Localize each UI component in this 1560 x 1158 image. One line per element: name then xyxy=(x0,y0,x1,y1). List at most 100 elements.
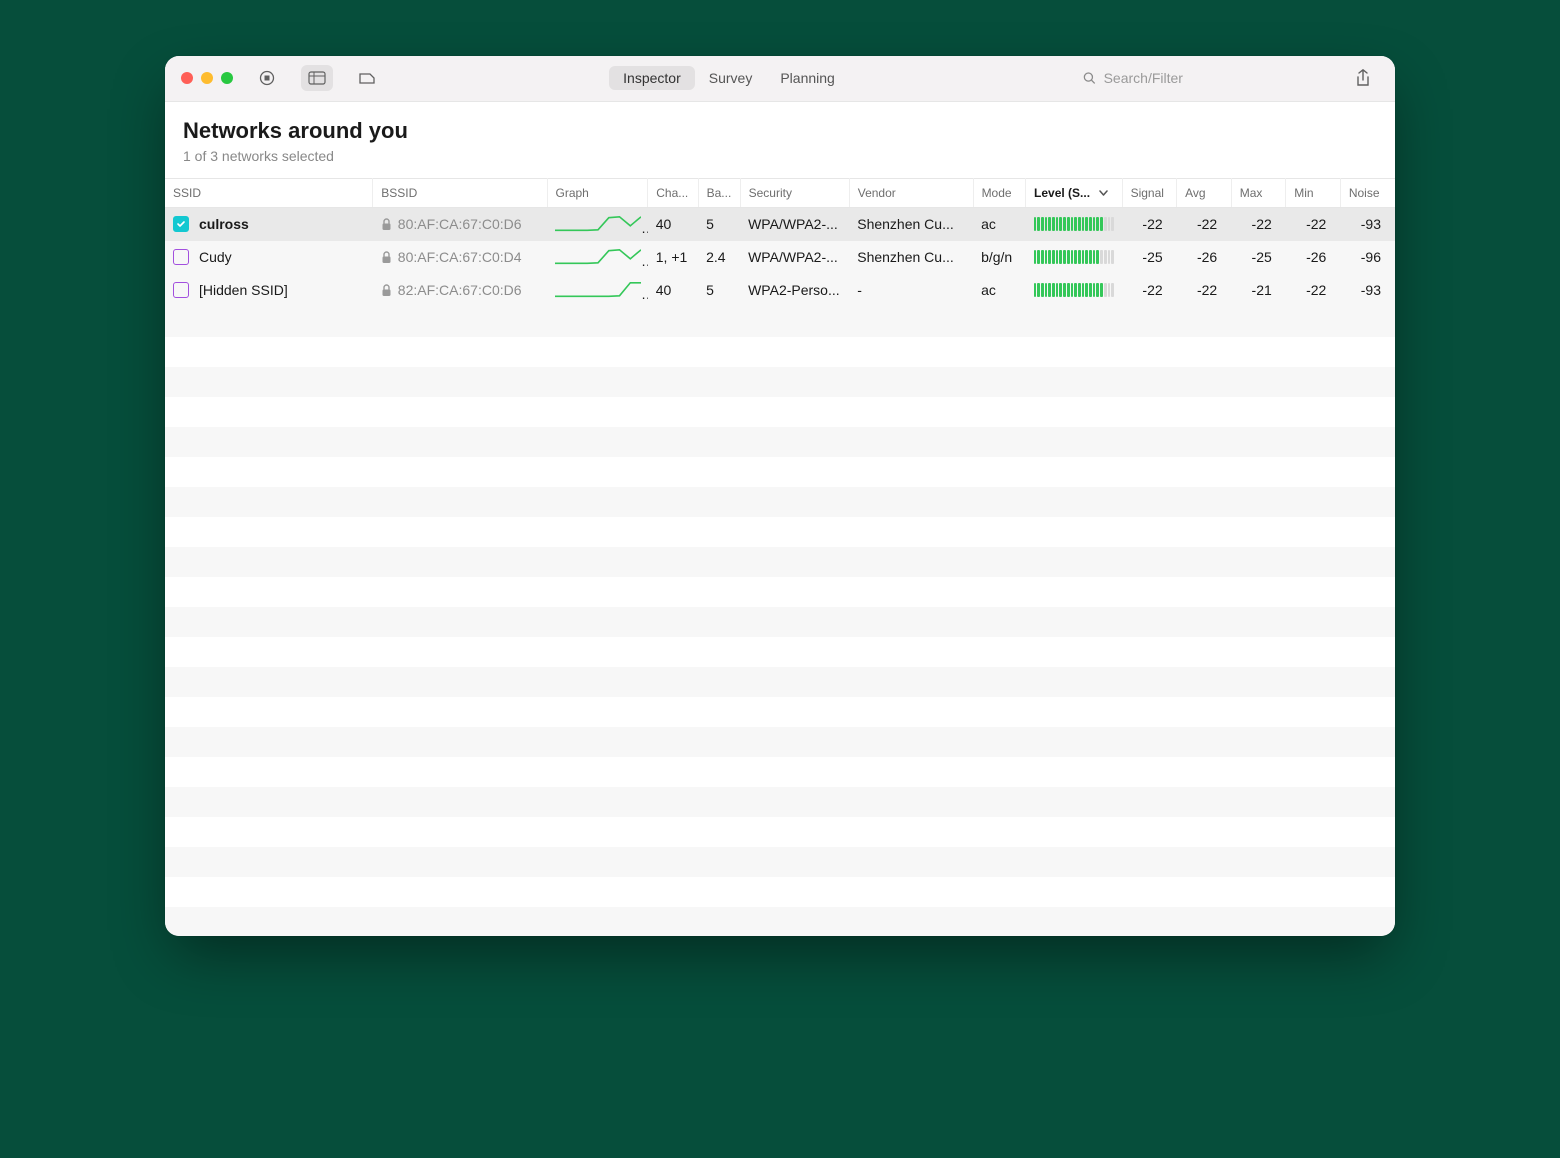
max-cell: -21 xyxy=(1231,274,1286,307)
signal-sparkline xyxy=(555,213,641,233)
bssid-label: 80:AF:CA:67:C0:D6 xyxy=(398,216,522,232)
max-cell: -25 xyxy=(1231,241,1286,274)
noise-cell: -93 xyxy=(1340,274,1395,307)
empty-row xyxy=(165,817,1395,847)
empty-row xyxy=(165,457,1395,487)
empty-row xyxy=(165,727,1395,757)
empty-row xyxy=(165,577,1395,607)
empty-row xyxy=(165,337,1395,367)
col-ssid[interactable]: SSID xyxy=(165,178,373,207)
app-window: Inspector Survey Planning Networks aroun… xyxy=(165,56,1395,936)
col-vendor[interactable]: Vendor xyxy=(849,178,973,207)
row-checkbox[interactable] xyxy=(173,282,189,298)
search-input[interactable] xyxy=(1102,69,1311,87)
col-max[interactable]: Max xyxy=(1231,178,1286,207)
channel-cell: 40 xyxy=(648,207,698,241)
list-view-button[interactable] xyxy=(301,65,333,91)
security-cell: WPA/WPA2-... xyxy=(740,207,849,241)
row-checkbox[interactable] xyxy=(173,216,189,232)
table-row[interactable]: culross 80:AF:CA:67:C0:D6 40 5 WPA/WPA2-… xyxy=(165,207,1395,241)
noise-cell: -96 xyxy=(1340,241,1395,274)
search-field[interactable] xyxy=(1075,65,1319,91)
col-min[interactable]: Min xyxy=(1286,178,1341,207)
col-security[interactable]: Security xyxy=(740,178,849,207)
min-cell: -22 xyxy=(1286,274,1341,307)
lock-icon xyxy=(381,251,392,264)
signal-cell: -22 xyxy=(1122,207,1177,241)
col-graph[interactable]: Graph xyxy=(547,178,648,207)
row-checkbox[interactable] xyxy=(173,249,189,265)
avg-cell: -22 xyxy=(1177,207,1232,241)
empty-row xyxy=(165,757,1395,787)
noise-cell: -93 xyxy=(1340,207,1395,241)
tab-survey[interactable]: Survey xyxy=(695,66,767,90)
empty-row xyxy=(165,667,1395,697)
list-icon xyxy=(308,71,326,85)
col-band[interactable]: Ba... xyxy=(698,178,740,207)
mode-cell: ac xyxy=(973,274,1025,307)
col-bssid[interactable]: BSSID xyxy=(373,178,547,207)
mode-segmented-control: Inspector Survey Planning xyxy=(607,64,851,92)
share-button[interactable] xyxy=(1347,65,1379,91)
lock-icon xyxy=(381,218,392,231)
signal-cell: -25 xyxy=(1122,241,1177,274)
signal-sparkline xyxy=(555,246,641,266)
security-cell: WPA2-Perso... xyxy=(740,274,849,307)
search-icon xyxy=(1083,71,1096,85)
bssid-label: 80:AF:CA:67:C0:D4 xyxy=(398,249,522,265)
empty-row xyxy=(165,697,1395,727)
empty-row xyxy=(165,427,1395,457)
floorplan-view-button[interactable] xyxy=(351,65,383,91)
tab-planning[interactable]: Planning xyxy=(766,66,849,90)
col-mode[interactable]: Mode xyxy=(973,178,1025,207)
security-cell: WPA/WPA2-... xyxy=(740,241,849,274)
selection-status: 1 of 3 networks selected xyxy=(183,148,1377,164)
col-level-label: Level (S... xyxy=(1034,186,1090,200)
ssid-label: culross xyxy=(199,216,249,232)
level-bars xyxy=(1034,217,1115,231)
max-cell: -22 xyxy=(1231,207,1286,241)
page-title: Networks around you xyxy=(183,118,1377,144)
col-signal[interactable]: Signal xyxy=(1122,178,1177,207)
empty-row xyxy=(165,847,1395,877)
zoom-button[interactable] xyxy=(221,72,233,84)
signal-sparkline xyxy=(555,279,641,299)
col-avg[interactable]: Avg xyxy=(1177,178,1232,207)
empty-row xyxy=(165,307,1395,337)
toolbar: Inspector Survey Planning xyxy=(165,56,1395,102)
mode-cell: ac xyxy=(973,207,1025,241)
level-bars xyxy=(1034,250,1115,264)
empty-row xyxy=(165,877,1395,907)
table-row[interactable]: [Hidden SSID] 82:AF:CA:67:C0:D6 40 5 WPA… xyxy=(165,274,1395,307)
page-header: Networks around you 1 of 3 networks sele… xyxy=(165,102,1395,178)
table-row[interactable]: Cudy 80:AF:CA:67:C0:D4 1, +1 2.4 WPA/WPA… xyxy=(165,241,1395,274)
window-controls xyxy=(181,72,233,84)
avg-cell: -26 xyxy=(1177,241,1232,274)
min-cell: -26 xyxy=(1286,241,1341,274)
col-level[interactable]: Level (S... xyxy=(1026,178,1123,207)
tab-inspector[interactable]: Inspector xyxy=(609,66,695,90)
ssid-label: Cudy xyxy=(199,249,232,265)
vendor-cell: Shenzhen Cu... xyxy=(849,207,973,241)
stop-scan-button[interactable] xyxy=(251,65,283,91)
floorplan-icon xyxy=(358,71,376,85)
empty-row xyxy=(165,487,1395,517)
col-channel[interactable]: Cha... xyxy=(648,178,698,207)
band-cell: 5 xyxy=(698,274,740,307)
empty-row xyxy=(165,637,1395,667)
col-noise[interactable]: Noise xyxy=(1340,178,1395,207)
min-cell: -22 xyxy=(1286,207,1341,241)
close-button[interactable] xyxy=(181,72,193,84)
stop-icon xyxy=(259,70,275,86)
channel-cell: 40 xyxy=(648,274,698,307)
empty-row xyxy=(165,787,1395,817)
minimize-button[interactable] xyxy=(201,72,213,84)
vendor-cell: - xyxy=(849,274,973,307)
empty-row xyxy=(165,607,1395,637)
empty-row xyxy=(165,907,1395,936)
networks-table: SSID BSSID Graph Cha... Ba... Security V… xyxy=(165,178,1395,936)
channel-cell: 1, +1 xyxy=(648,241,698,274)
vendor-cell: Shenzhen Cu... xyxy=(849,241,973,274)
band-cell: 2.4 xyxy=(698,241,740,274)
lock-icon xyxy=(381,284,392,297)
